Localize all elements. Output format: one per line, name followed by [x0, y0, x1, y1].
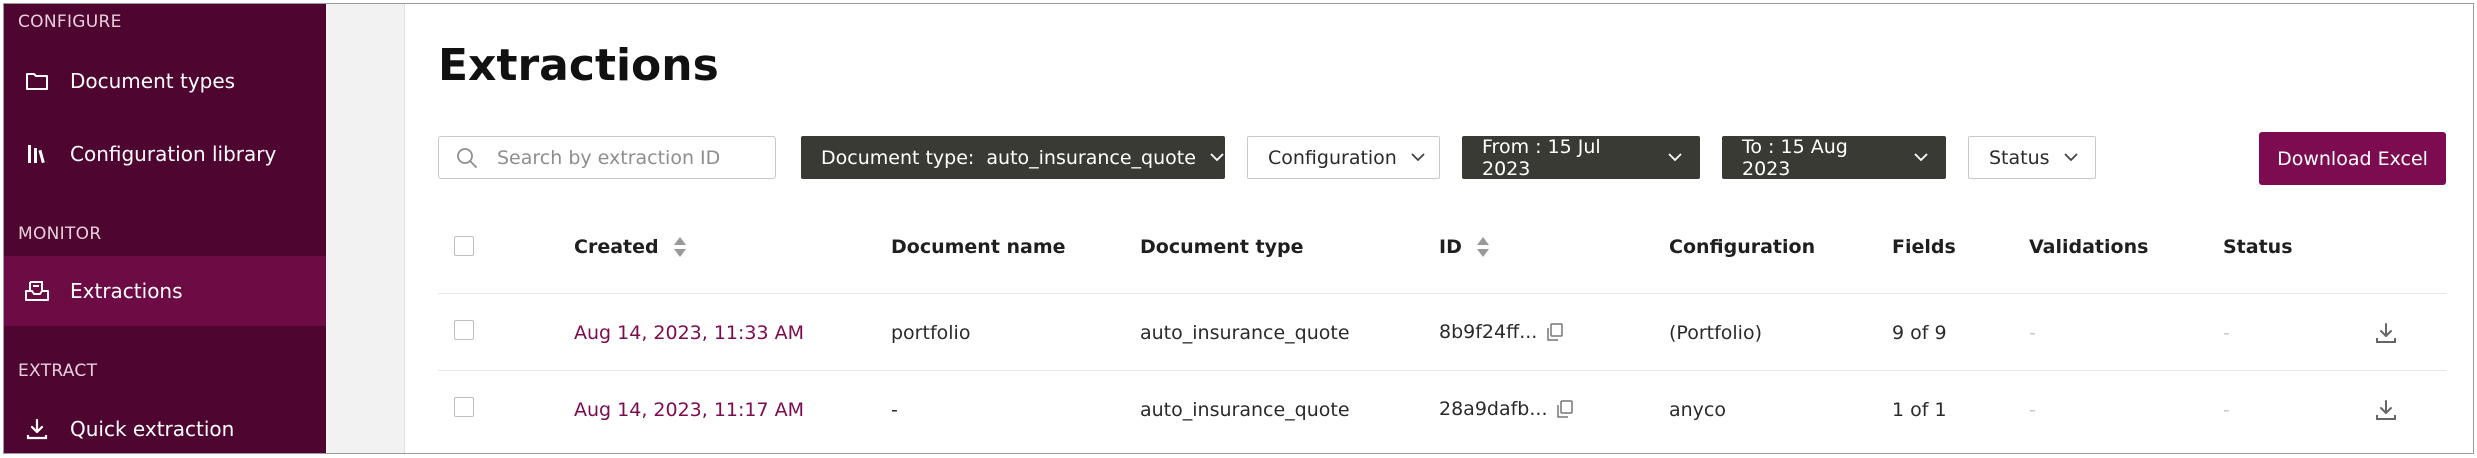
folder-icon [22, 66, 52, 96]
row-divider [438, 370, 2447, 371]
sidebar-item-label: Document types [70, 69, 236, 93]
main-content: Extractions Document type: auto_insuranc… [404, 4, 2473, 453]
library-icon [22, 139, 52, 169]
column-header-created[interactable]: Created [574, 236, 687, 258]
validations-cell: - [2029, 322, 2036, 344]
id-cell: 8b9f24ff... [1439, 321, 1564, 343]
search-input[interactable] [495, 145, 769, 170]
to-date-filter[interactable]: To : 15 Aug 2023 [1722, 135, 1946, 180]
status-cell: - [2223, 399, 2230, 421]
document-type-filter-label: Document type: auto_insurance_quote [821, 146, 1196, 169]
chevron-down-icon [2063, 153, 2078, 162]
sidebar-item-extractions[interactable]: Extractions [4, 256, 326, 326]
column-header-fields: Fields [1892, 236, 1956, 258]
configuration-filter-label: Configuration [1268, 146, 1397, 169]
from-date-filter[interactable]: From : 15 Jul 2023 [1462, 135, 1700, 180]
id-value: 8b9f24ff... [1439, 321, 1538, 343]
chevron-down-icon [1210, 153, 1224, 162]
sidebar-item-quick-extraction[interactable]: Quick extraction [4, 394, 326, 453]
configuration-cell: anyco [1669, 399, 1726, 421]
copy-icon[interactable] [1557, 400, 1574, 418]
column-header-id[interactable]: ID [1439, 236, 1490, 258]
download-icon [22, 414, 52, 444]
document-name-cell: portfolio [891, 322, 971, 344]
sidebar-item-label: Quick extraction [70, 417, 235, 441]
chevron-down-icon [1914, 153, 1928, 162]
sort-icon[interactable] [673, 236, 687, 258]
select-all-checkbox[interactable] [454, 236, 474, 256]
tray-icon [22, 276, 52, 306]
created-cell[interactable]: Aug 14, 2023, 11:33 AM [574, 322, 804, 344]
column-header-label: Created [574, 236, 659, 258]
column-header-validations: Validations [2029, 236, 2149, 258]
from-date-label: From : 15 Jul 2023 [1482, 135, 1601, 180]
sort-icon[interactable] [1476, 236, 1490, 258]
sidebar: CONFIGURE Document types Configuration l… [4, 4, 326, 453]
search-box[interactable] [438, 136, 776, 179]
app-window: CONFIGURE Document types Configuration l… [3, 3, 2474, 454]
configuration-cell: (Portfolio) [1669, 322, 1762, 344]
document-type-filter[interactable]: Document type: auto_insurance_quote [801, 136, 1225, 179]
copy-icon[interactable] [1547, 323, 1564, 341]
sidebar-item-label: Extractions [70, 279, 183, 303]
status-filter-label: Status [1989, 146, 2050, 169]
row-divider [438, 293, 2447, 294]
row-checkbox[interactable] [454, 320, 474, 340]
fields-cell: 1 of 1 [1892, 399, 1947, 421]
fields-cell: 9 of 9 [1892, 322, 1947, 344]
section-label-extract: EXTRACT [18, 361, 98, 381]
configuration-filter[interactable]: Configuration [1247, 136, 1440, 179]
section-label-configure: CONFIGURE [18, 12, 122, 32]
document-name-cell: - [891, 399, 898, 421]
status-filter[interactable]: Status [1968, 136, 2096, 179]
column-header-configuration: Configuration [1669, 236, 1816, 258]
row-checkbox[interactable] [454, 397, 474, 417]
download-icon[interactable] [2373, 320, 2399, 346]
section-label-monitor: MONITOR [18, 224, 102, 244]
sidebar-item-configuration-library[interactable]: Configuration library [4, 119, 326, 189]
sidebar-item-label: Configuration library [70, 142, 277, 166]
document-type-cell: auto_insurance_quote [1140, 399, 1350, 421]
chevron-down-icon [1668, 153, 1682, 162]
document-type-cell: auto_insurance_quote [1140, 322, 1350, 344]
sidebar-item-document-types[interactable]: Document types [4, 46, 326, 116]
gutter [326, 4, 405, 453]
column-header-document-name: Document name [891, 236, 1066, 258]
id-value: 28a9dafb... [1439, 398, 1548, 420]
search-icon [457, 147, 477, 168]
download-icon[interactable] [2373, 397, 2399, 423]
page-title: Extractions [438, 40, 719, 91]
column-header-document-type: Document type [1140, 236, 1304, 258]
download-excel-button[interactable]: Download Excel [2259, 132, 2446, 185]
column-header-status: Status [2223, 236, 2293, 258]
chevron-down-icon [1411, 153, 1425, 162]
validations-cell: - [2029, 399, 2036, 421]
column-header-label: ID [1439, 236, 1462, 258]
created-cell[interactable]: Aug 14, 2023, 11:17 AM [574, 399, 804, 421]
id-cell: 28a9dafb... [1439, 398, 1574, 420]
to-date-label: To : 15 Aug 2023 [1742, 135, 1848, 180]
status-cell: - [2223, 322, 2230, 344]
